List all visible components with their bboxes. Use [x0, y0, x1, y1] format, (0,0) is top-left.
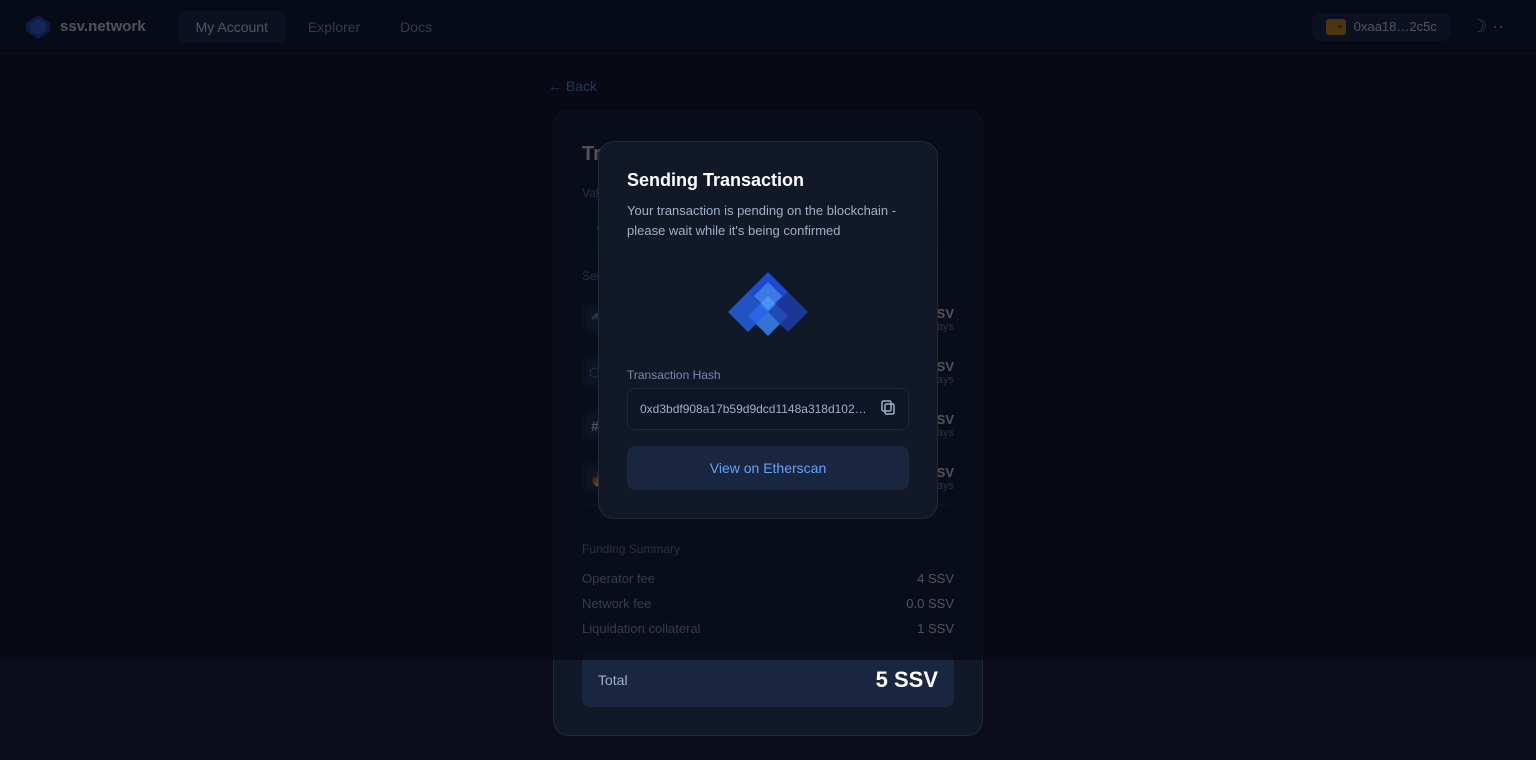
total-value: 5 SSV — [876, 667, 938, 693]
modal-description: Your transaction is pending on the block… — [627, 201, 909, 240]
modal-diamond-animation — [627, 264, 909, 344]
modal-overlay: Sending Transaction Your transaction is … — [0, 0, 1536, 660]
modal-hash-label: Transaction Hash — [627, 368, 721, 382]
total-row: Total 5 SSV — [582, 653, 954, 707]
modal-hash-row: 0xd3bdf908a17b59d9dcd1148a318d102… — [627, 388, 909, 430]
total-label: Total — [598, 672, 628, 688]
modal-hash-text: 0xd3bdf908a17b59d9dcd1148a318d102… — [640, 402, 874, 416]
view-on-etherscan-button[interactable]: View on Etherscan — [627, 446, 909, 490]
sending-transaction-modal: Sending Transaction Your transaction is … — [598, 141, 938, 519]
copy-hash-button[interactable] — [880, 399, 896, 419]
modal-title: Sending Transaction — [627, 170, 804, 191]
